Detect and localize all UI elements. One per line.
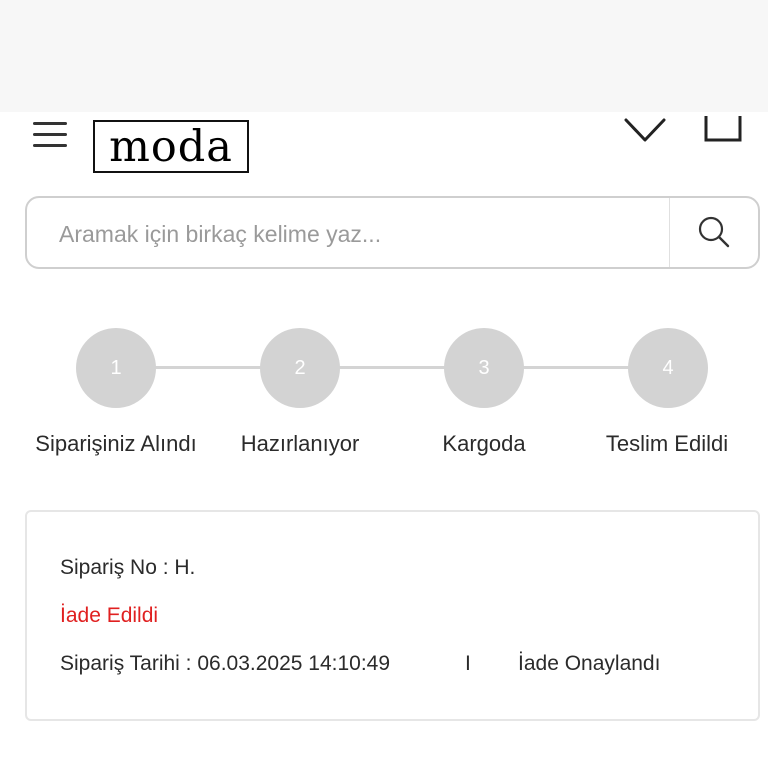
order-card[interactable]: Sipariş No : H. İade Edildi Sipariş Tari… xyxy=(25,510,760,721)
order-date: Sipariş Tarihi : 06.03.2025 14:10:49 xyxy=(60,652,391,675)
step-4-label: Teslim Edildi xyxy=(605,431,729,456)
step-4-number: 4 xyxy=(662,356,674,379)
step-1-label: Siparişiniz Alındı xyxy=(35,431,197,456)
search-bar xyxy=(25,196,760,269)
order-progress-stepper: 1 2 3 4 Siparişiniz Alındı Hazırlanıyor … xyxy=(0,320,768,470)
brand-logo[interactable]: moda xyxy=(93,120,249,173)
shopping-bag-icon[interactable] xyxy=(700,112,746,148)
order-status: İade Edildi xyxy=(60,604,159,627)
search-button[interactable] xyxy=(670,198,758,267)
step-2-number: 2 xyxy=(294,356,306,379)
hamburger-menu-icon[interactable] xyxy=(30,120,70,154)
step-1-circle: 1 xyxy=(76,328,156,408)
step-3-label: Kargoda xyxy=(442,431,526,456)
step-2-circle: 2 xyxy=(260,328,340,408)
chevron-down-icon[interactable] xyxy=(622,112,668,148)
step-3-number: 3 xyxy=(478,356,490,379)
stepper-line xyxy=(116,366,668,369)
order-number: Sipariş No : H. xyxy=(60,556,196,579)
step-3-circle: 3 xyxy=(444,328,524,408)
return-status: İade Onaylandı xyxy=(518,652,661,675)
step-2-label: Hazırlanıyor xyxy=(240,431,360,456)
logo-text: moda xyxy=(109,122,233,172)
step-1-number: 1 xyxy=(110,356,122,379)
step-4-circle: 4 xyxy=(628,328,708,408)
search-input[interactable] xyxy=(57,208,661,260)
top-status-area xyxy=(0,0,768,112)
separator: I xyxy=(465,652,471,675)
search-icon xyxy=(698,216,730,248)
